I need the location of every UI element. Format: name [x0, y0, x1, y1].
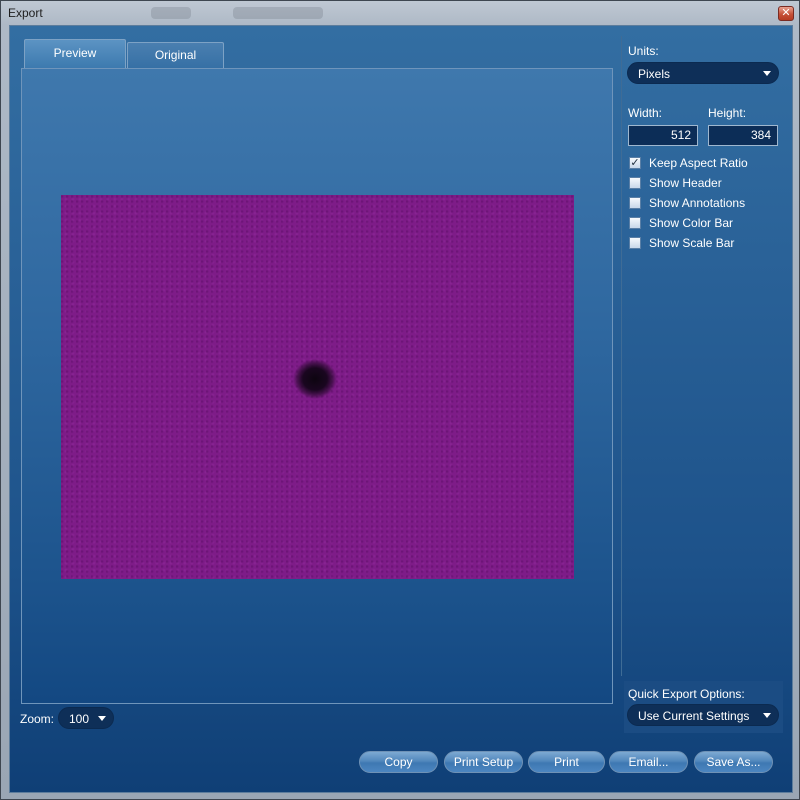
show-annotations-checkbox[interactable] [629, 197, 641, 209]
copy-button[interactable]: Copy [359, 751, 438, 773]
show-annotations-label: Show Annotations [649, 196, 746, 210]
show-scale-bar-label: Show Scale Bar [649, 236, 735, 250]
quick-export-dropdown[interactable]: Use Current Settings [627, 704, 779, 726]
show-scale-bar-checkbox[interactable] [629, 237, 641, 249]
keep-aspect-ratio-label: Keep Aspect Ratio [649, 156, 748, 170]
tab-original[interactable]: Original [127, 42, 224, 68]
close-button[interactable]: ✕ [778, 6, 794, 21]
close-icon: ✕ [781, 7, 791, 19]
window-title: Export [8, 6, 43, 20]
width-field[interactable]: 512 [628, 125, 698, 146]
chevron-down-icon [763, 71, 771, 76]
tab-original-label: Original [154, 48, 197, 62]
dialog-body: Preview Original Zoom: 100 Units: Pixels… [9, 25, 793, 793]
show-color-bar-checkbox[interactable] [629, 217, 641, 229]
checkmark-icon: ✓ [630, 157, 640, 169]
tab-preview[interactable]: Preview [24, 39, 126, 69]
preview-panel [21, 68, 613, 704]
show-header-checkbox[interactable] [629, 177, 641, 189]
zoom-dropdown[interactable]: 100 [58, 707, 114, 729]
quick-export-value: Use Current Settings [638, 709, 750, 723]
chevron-down-icon [98, 716, 106, 721]
units-value: Pixels [638, 67, 671, 81]
zoom-label: Zoom: [20, 712, 55, 726]
width-label: Width: [628, 106, 663, 120]
zoom-value: 100 [69, 712, 90, 726]
keep-aspect-ratio-checkbox[interactable]: ✓ [629, 157, 641, 169]
export-window: Export ✕ Preview Original Zoom: 100 Unit… [0, 0, 800, 800]
show-header-label: Show Header [649, 176, 722, 190]
tab-preview-label: Preview [53, 46, 97, 60]
email-button[interactable]: Email... [609, 751, 688, 773]
print-setup-button[interactable]: Print Setup [444, 751, 523, 773]
chevron-down-icon [763, 713, 771, 718]
title-bar-blur [151, 7, 191, 19]
units-dropdown[interactable]: Pixels [627, 62, 779, 84]
quick-export-label: Quick Export Options: [628, 687, 745, 701]
title-bar-blur [233, 7, 323, 19]
save-as-button[interactable]: Save As... [694, 751, 773, 773]
print-button[interactable]: Print [528, 751, 605, 773]
height-label: Height: [708, 106, 747, 120]
height-field[interactable]: 384 [708, 125, 778, 146]
preview-image [61, 195, 574, 579]
units-label: Units: [628, 44, 659, 58]
show-color-bar-label: Show Color Bar [649, 216, 734, 230]
title-bar[interactable]: Export ✕ [1, 1, 799, 25]
panel-divider [621, 36, 622, 676]
